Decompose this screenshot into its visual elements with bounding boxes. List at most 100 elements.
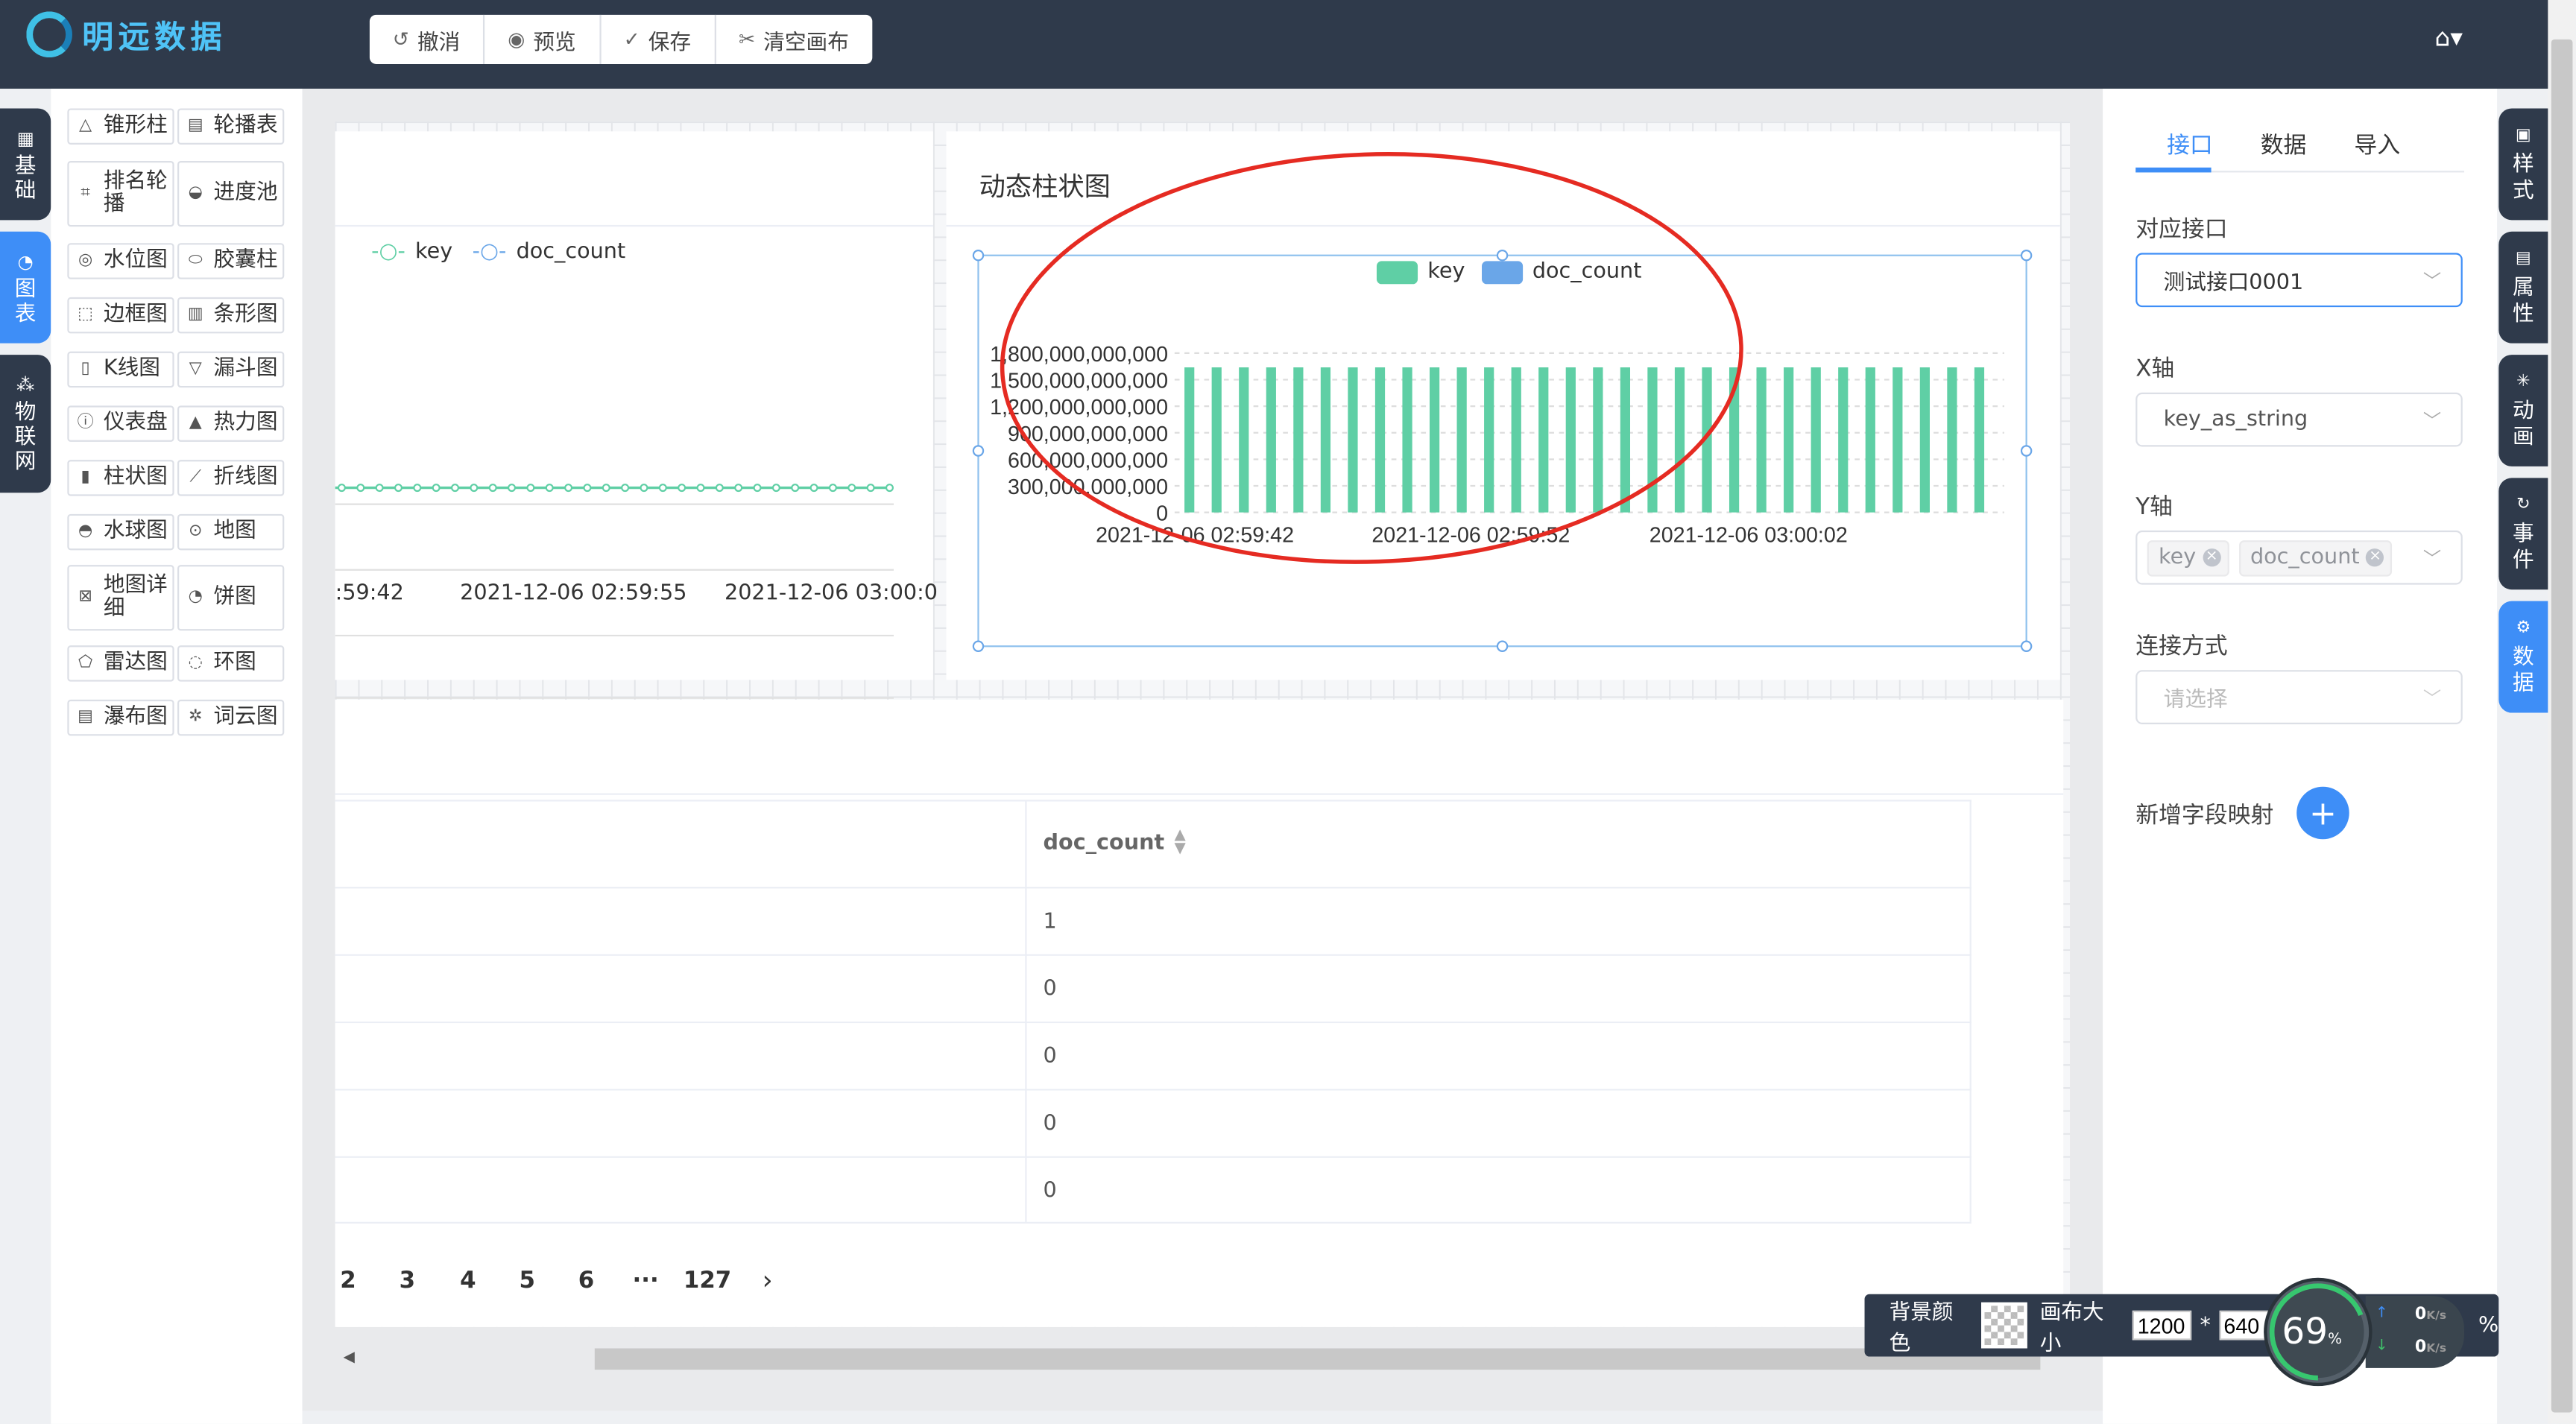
- gauge-icon: ⓘ: [77, 414, 94, 432]
- palette-waterfall[interactable]: ▤ 瀑布图: [67, 699, 174, 736]
- close-icon[interactable]: ×: [2366, 548, 2384, 567]
- palette-bar[interactable]: ▥ 条形图: [177, 297, 285, 334]
- add-mapping-button[interactable]: +: [2296, 786, 2349, 840]
- palette-water-level[interactable]: ◎ 水位图: [67, 243, 174, 279]
- memory-gauge[interactable]: 69%: [2267, 1281, 2370, 1383]
- line-point: [847, 484, 856, 493]
- liquid-icon: ◓: [78, 522, 93, 541]
- palette-border[interactable]: ⬚ 边框图: [67, 297, 174, 334]
- tab-import[interactable]: 导入: [2354, 128, 2400, 161]
- resize-handle[interactable]: [1496, 640, 1509, 652]
- vertical-scroll-thumb[interactable]: [2551, 39, 2573, 1413]
- palette-gauge[interactable]: ⓘ 仪表盘: [67, 405, 174, 442]
- left-tab-iot[interactable]: ⁂ 物联网: [0, 355, 51, 493]
- undo-button[interactable]: ↺ 撤消: [370, 14, 485, 64]
- tab-data[interactable]: 数据: [2261, 128, 2307, 161]
- right-tab-event[interactable]: ↻ 事件: [2498, 478, 2548, 590]
- line-point: [621, 484, 630, 493]
- resize-handle[interactable]: [972, 640, 985, 652]
- upload-speed: 0K/s: [2414, 1306, 2447, 1324]
- line-point: [828, 484, 837, 493]
- palette-ring[interactable]: ◌ 环图: [177, 645, 285, 682]
- preview-button[interactable]: ◉ 预览: [484, 14, 601, 64]
- right-tab-data[interactable]: ⚙ 数据: [2498, 601, 2548, 713]
- line-point: [602, 484, 610, 493]
- network-icon: ⁂: [16, 374, 35, 396]
- waterfall-icon: ▤: [78, 707, 94, 727]
- chevron-down-icon: ﹀: [2422, 270, 2442, 292]
- sort-icon[interactable]: ▲ ▼: [1174, 829, 1185, 856]
- add-mapping-label: 新增字段映射: [2135, 803, 2274, 830]
- y-axis-select[interactable]: key × doc_count × ﹀: [2135, 530, 2463, 585]
- palette-line[interactable]: ⟋ 折线图: [177, 460, 285, 496]
- bar-key: [1947, 367, 1957, 513]
- download-speed: 0K/s: [2414, 1338, 2447, 1357]
- next-page-button[interactable]: ›: [763, 1265, 773, 1296]
- palette-cone-bar[interactable]: △ 锥形柱: [67, 108, 174, 145]
- heatmap-icon: ▲: [189, 414, 202, 432]
- bar-key: [1865, 367, 1875, 513]
- palette-liquid[interactable]: ◓ 水球图: [67, 513, 174, 551]
- app-logo[interactable]: 明远数据: [26, 11, 227, 58]
- line-point: [564, 484, 573, 493]
- chart-icon: ◔: [17, 250, 34, 272]
- palette-funnel[interactable]: ▽ 漏斗图: [177, 351, 285, 388]
- download-arrow-icon: ↓: [2375, 1338, 2388, 1355]
- page-ellipsis[interactable]: ···: [633, 1268, 659, 1294]
- carousel-table-icon: ▤: [187, 116, 203, 135]
- save-button[interactable]: ✓ 保存: [601, 14, 716, 64]
- plus-icon: +: [2308, 793, 2337, 833]
- line-point: [583, 484, 592, 493]
- close-icon[interactable]: ×: [2203, 548, 2221, 567]
- style-icon: ▣: [2515, 126, 2531, 145]
- funnel-icon: ▽: [189, 359, 202, 378]
- bar-icon: ▥: [187, 305, 203, 324]
- left-tab-basic[interactable]: ▦ 基础: [0, 108, 51, 221]
- y-tag-doc-count[interactable]: doc_count ×: [2238, 539, 2393, 576]
- candlestick-icon: ▯: [80, 359, 90, 378]
- palette-candlestick[interactable]: ▯ K线图: [67, 351, 174, 388]
- palette-column[interactable]: ▮ 柱状图: [67, 460, 174, 496]
- right-tab-style[interactable]: ▣ 样式: [2498, 108, 2548, 221]
- canvas-size-label: 画布大小: [2039, 1300, 2104, 1357]
- table-widget[interactable]: doc_count ▲ ▼ 1 0 0 0 0 2 3 4 5 6 ··· 127 …: [335, 699, 2064, 1327]
- palette-heatmap[interactable]: ▲ 热力图: [177, 405, 285, 442]
- doc-count-header[interactable]: doc_count ▲ ▼: [1044, 829, 1186, 856]
- line-point: [488, 484, 497, 493]
- palette-map[interactable]: ⊙ 地图: [177, 513, 285, 551]
- page-127[interactable]: 127: [684, 1268, 731, 1294]
- palette-wordcloud[interactable]: ✲ 词云图: [177, 699, 285, 736]
- tab-interface[interactable]: 接口: [2167, 128, 2213, 161]
- data-icon: ⚙: [2516, 618, 2531, 638]
- page-4[interactable]: 4: [460, 1268, 476, 1294]
- home-menu[interactable]: ⌂▾: [2434, 23, 2463, 53]
- interface-select[interactable]: 测试接口0001 ﹀: [2135, 253, 2463, 308]
- connection-select[interactable]: 请选择 ﹀: [2135, 670, 2463, 724]
- page-5[interactable]: 5: [519, 1268, 534, 1294]
- palette-carousel-table[interactable]: ▤ 轮播表: [177, 108, 285, 145]
- right-tab-property[interactable]: ▤ 属性: [2498, 231, 2548, 344]
- resize-handle[interactable]: [2020, 640, 2033, 652]
- right-tab-animation[interactable]: ✳ 动画: [2498, 355, 2548, 466]
- horizontal-scroll-thumb[interactable]: [594, 1348, 2041, 1370]
- palette-capsule[interactable]: ⬭ 胶囊柱: [177, 243, 285, 279]
- palette-radar[interactable]: ⬠ 雷达图: [67, 645, 174, 682]
- palette-progress-pool[interactable]: ◒ 进度池: [177, 160, 285, 227]
- left-tab-chart[interactable]: ◔ 图表: [0, 231, 51, 344]
- line-point: [696, 484, 705, 493]
- palette-map-detail[interactable]: ⊠ 地图详细: [67, 565, 174, 631]
- clear-canvas-button[interactable]: ✂ 清空画布: [716, 15, 872, 64]
- canvas-width-input[interactable]: [2133, 1310, 2192, 1341]
- palette-pie[interactable]: ◔ 饼图: [177, 565, 285, 631]
- y-tag-key[interactable]: key ×: [2147, 539, 2229, 576]
- resize-handle[interactable]: [2020, 250, 2033, 262]
- bg-color-picker[interactable]: [1981, 1302, 2027, 1349]
- table-row: 0: [335, 1158, 1972, 1224]
- page-3[interactable]: 3: [400, 1268, 415, 1294]
- scroll-left-arrow-icon[interactable]: ◀: [344, 1350, 355, 1367]
- page-2[interactable]: 2: [340, 1268, 356, 1294]
- page-6[interactable]: 6: [578, 1268, 594, 1294]
- palette-ranking[interactable]: ⌗ 排名轮播: [67, 160, 174, 227]
- x-axis-select[interactable]: key_as_string ﹀: [2135, 392, 2463, 447]
- line-chart-widget[interactable]: -○- key -○- doc_count :59:42 2021-12-06 02…: [335, 131, 938, 699]
